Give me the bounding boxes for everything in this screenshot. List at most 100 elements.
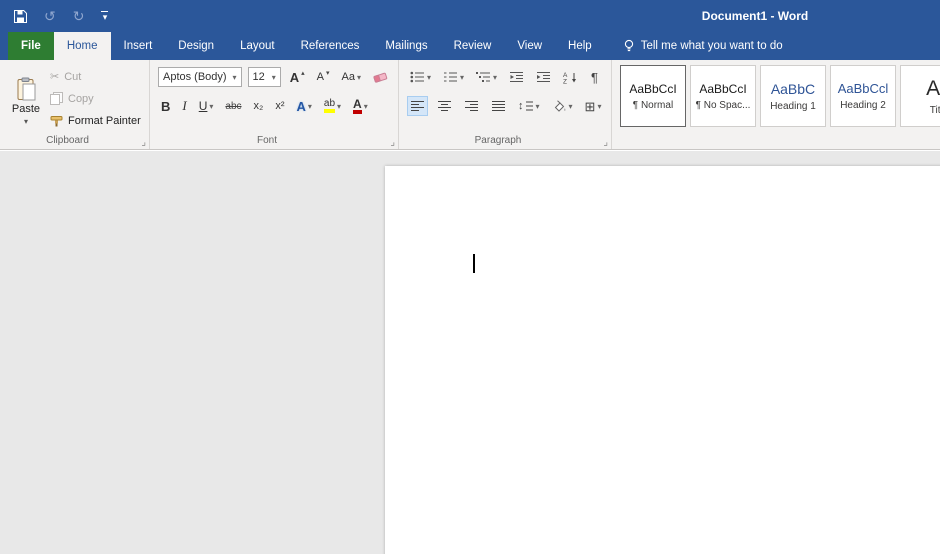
chevron-down-icon: ▾ bbox=[597, 102, 601, 111]
ribbon-tab-bar: File Home Insert Design Layout Reference… bbox=[0, 32, 940, 60]
shading-icon bbox=[552, 100, 567, 112]
clear-formatting-button[interactable] bbox=[370, 67, 392, 87]
numbering-button[interactable]: ▾ bbox=[440, 67, 467, 87]
tab-view[interactable]: View bbox=[504, 32, 555, 60]
tell-me-label: Tell me what you want to do bbox=[641, 40, 783, 52]
style-heading-2[interactable]: AaBbCcl Heading 2 bbox=[830, 65, 896, 127]
borders-button[interactable]: ⊞ ▾ bbox=[582, 96, 605, 116]
change-case-button[interactable]: Aa ▾ bbox=[339, 67, 364, 87]
style-title[interactable]: Aa Title bbox=[900, 65, 940, 127]
customize-qat-button[interactable]: ▾ bbox=[101, 11, 108, 22]
bullets-icon bbox=[410, 71, 425, 83]
justify-icon bbox=[491, 100, 506, 112]
align-left-icon bbox=[410, 100, 425, 112]
style-heading-1[interactable]: AaBbC Heading 1 bbox=[760, 65, 826, 127]
font-name-value: Aptos (Body) bbox=[163, 71, 227, 83]
clipboard-group: Paste ▾ ✂ Cut Copy Form bbox=[0, 60, 150, 149]
tab-design[interactable]: Design bbox=[165, 32, 227, 60]
font-name-select[interactable]: Aptos (Body) ▾ bbox=[158, 67, 242, 87]
tab-home[interactable]: Home bbox=[54, 32, 111, 60]
style-normal[interactable]: AaBbCcI ¶ Normal bbox=[620, 65, 686, 127]
align-right-icon bbox=[464, 100, 479, 112]
sort-button[interactable]: AZ bbox=[560, 67, 582, 87]
increase-indent-button[interactable] bbox=[533, 67, 554, 87]
style-no-spacing[interactable]: AaBbCcI ¶ No Spac... bbox=[690, 65, 756, 127]
align-left-button[interactable] bbox=[407, 96, 428, 116]
align-right-button[interactable] bbox=[461, 96, 482, 116]
redo-icon: ↻ bbox=[73, 9, 85, 23]
bullets-button[interactable]: ▾ bbox=[407, 67, 434, 87]
highlight-icon: ab bbox=[324, 99, 335, 113]
shading-button[interactable]: ▾ bbox=[549, 96, 576, 116]
chevron-down-icon: ▾ bbox=[569, 102, 573, 111]
borders-icon: ⊞ bbox=[585, 100, 596, 113]
bold-button[interactable]: B bbox=[158, 96, 173, 116]
superscript-button[interactable]: x² bbox=[272, 96, 287, 116]
tab-references[interactable]: References bbox=[288, 32, 373, 60]
multilevel-list-button[interactable]: ▾ bbox=[473, 67, 500, 87]
chevron-down-icon: ▾ bbox=[24, 117, 28, 126]
window-title: Document1 - Word bbox=[702, 9, 808, 23]
grow-font-button[interactable]: A ▴ bbox=[287, 67, 308, 87]
multilevel-list-icon bbox=[476, 71, 491, 83]
increase-indent-icon bbox=[536, 71, 551, 83]
text-effects-button[interactable]: A ▾ bbox=[294, 96, 315, 116]
highlight-button[interactable]: ab ▾ bbox=[321, 96, 344, 116]
tab-layout[interactable]: Layout bbox=[227, 32, 288, 60]
decrease-indent-button[interactable] bbox=[506, 67, 527, 87]
paste-button[interactable]: Paste ▾ bbox=[6, 64, 46, 138]
redo-button[interactable]: ↻ bbox=[73, 9, 85, 23]
font-color-button[interactable]: A ▾ bbox=[350, 96, 371, 116]
chevron-down-icon: ▾ bbox=[357, 73, 361, 82]
chevron-down-icon: ▾ bbox=[337, 102, 341, 111]
copy-button[interactable]: Copy bbox=[50, 90, 141, 107]
align-center-button[interactable] bbox=[434, 96, 455, 116]
cut-label: Cut bbox=[64, 71, 81, 83]
styles-group: AaBbCcI ¶ Normal AaBbCcI ¶ No Spac... Aa… bbox=[612, 60, 940, 149]
chevron-down-icon: ▾ bbox=[209, 102, 213, 111]
font-dialog-launcher[interactable]: ⌟ bbox=[390, 138, 395, 148]
show-formatting-marks-button[interactable]: ¶ bbox=[588, 67, 601, 87]
clipboard-group-label: Clipboard bbox=[0, 135, 135, 146]
font-size-select[interactable]: 12 ▾ bbox=[248, 67, 281, 87]
clipboard-icon bbox=[17, 77, 36, 101]
cut-button[interactable]: ✂ Cut bbox=[50, 68, 141, 85]
underline-button[interactable]: U ▾ bbox=[196, 96, 217, 116]
tab-file[interactable]: File bbox=[8, 32, 54, 60]
strikethrough-button[interactable]: abc bbox=[222, 96, 244, 116]
line-spacing-button[interactable]: ↕ ▾ bbox=[515, 96, 543, 116]
italic-button[interactable]: I bbox=[179, 96, 189, 116]
chevron-down-icon: ▾ bbox=[308, 102, 312, 111]
tab-review[interactable]: Review bbox=[441, 32, 505, 60]
align-center-icon bbox=[437, 100, 452, 112]
numbering-icon bbox=[443, 71, 458, 83]
document-page[interactable] bbox=[385, 166, 940, 554]
clipboard-dialog-launcher[interactable]: ⌟ bbox=[141, 138, 146, 148]
title-bar: ↺ ↻ ▾ Document1 - Word bbox=[0, 0, 940, 32]
subscript-button[interactable]: x₂ bbox=[251, 96, 267, 116]
quick-access-toolbar: ↺ ↻ ▾ bbox=[0, 9, 108, 23]
justify-button[interactable] bbox=[488, 96, 509, 116]
tell-me-box[interactable]: Tell me what you want to do bbox=[623, 32, 783, 60]
chevron-down-icon: ▾ bbox=[460, 73, 464, 82]
decrease-indent-icon bbox=[509, 71, 524, 83]
undo-button[interactable]: ↺ bbox=[44, 9, 56, 23]
font-group: Aptos (Body) ▾ 12 ▾ A ▴ A ▾ bbox=[150, 60, 399, 149]
styles-gallery: AaBbCcI ¶ Normal AaBbCcI ¶ No Spac... Aa… bbox=[620, 65, 940, 127]
format-painter-button[interactable]: Format Painter bbox=[50, 112, 141, 129]
copy-label: Copy bbox=[68, 93, 94, 105]
document-canvas[interactable] bbox=[0, 151, 940, 554]
chevron-down-icon: ▾ bbox=[493, 73, 497, 82]
chevron-down-icon: ▾ bbox=[427, 73, 431, 82]
tab-mailings[interactable]: Mailings bbox=[372, 32, 440, 60]
customize-qat-icon: ▾ bbox=[101, 11, 108, 22]
shrink-font-button[interactable]: A ▾ bbox=[314, 67, 333, 87]
format-painter-icon bbox=[50, 115, 63, 127]
line-spacing-icon: ↕ bbox=[518, 100, 534, 112]
save-button[interactable] bbox=[14, 10, 27, 23]
paragraph-dialog-launcher[interactable]: ⌟ bbox=[603, 138, 608, 148]
copy-icon bbox=[50, 92, 63, 105]
tab-help[interactable]: Help bbox=[555, 32, 605, 60]
tab-insert[interactable]: Insert bbox=[111, 32, 166, 60]
font-color-icon: A bbox=[353, 98, 362, 114]
